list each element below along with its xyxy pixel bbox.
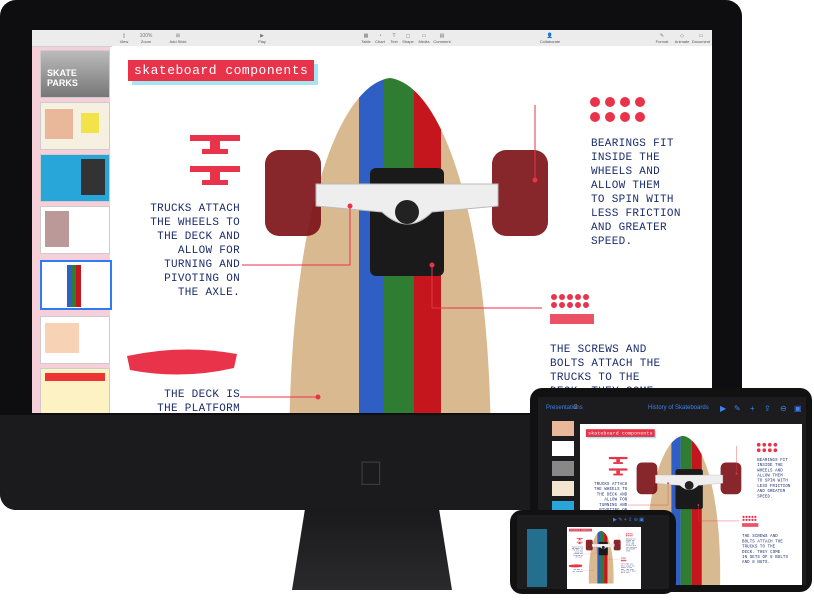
bearings-text[interactable]: BEARINGS FIT INSIDE THE WHEELS AND ALLOW… (626, 538, 637, 552)
deck-text[interactable]: THE DECK IS THE PLATFORM (573, 569, 583, 572)
document-icon[interactable]: ▣ (794, 404, 802, 413)
slide-thumb-selected[interactable] (40, 260, 112, 310)
sidebar-icon[interactable]: ▯ (574, 403, 577, 410)
iphone-slide-canvas[interactable]: skateboard components TRUCKS ATTACH THE … (567, 527, 641, 589)
slide: skateboard components TRUCKS ATTACH THE … (567, 527, 641, 584)
add-icon[interactable]: + (750, 404, 755, 413)
screws-icon (620, 557, 627, 562)
collaborate-button[interactable]: 👤 Collaborate (532, 33, 568, 44)
document-title: History of Skateboards (648, 405, 709, 411)
add-slide-button[interactable]: ⊞ Add Slide (160, 33, 196, 44)
truck-icon (190, 166, 240, 172)
bearings-text[interactable]: BEARINGS FIT INSIDE THE WHEELS AND ALLOW… (591, 137, 681, 249)
screws-icon (742, 515, 759, 527)
bearings-icon (590, 97, 645, 122)
slide-navigator[interactable]: 1SKATE PARKS (32, 30, 112, 413)
comment-button[interactable]: ▤ Comment (428, 33, 456, 44)
screws-text[interactable]: THE SCREWS AND BOLTS ATTACH THE TRUCKS T… (621, 564, 636, 574)
slide-title[interactable]: skateboard components (585, 429, 655, 437)
truck-icon (190, 135, 240, 141)
red-stripe (604, 530, 608, 584)
truck-icon (608, 456, 628, 460)
green-stripe (600, 530, 605, 584)
left-wheel (636, 462, 658, 495)
slide-canvas[interactable]: skateboard components TRUCKS ATTACH THE … (112, 46, 712, 413)
bearings-icon (756, 442, 778, 453)
zoom-menu[interactable]: 100% Zoom (132, 33, 160, 44)
left-wheel (265, 150, 321, 236)
screws-icon (550, 294, 594, 324)
kingpin-nut (395, 200, 419, 224)
right-wheel (613, 539, 621, 551)
apple-logo-icon:  (358, 455, 384, 494)
right-wheel (492, 150, 548, 236)
slide-thumb[interactable] (40, 102, 110, 150)
slide-thumb[interactable] (40, 368, 110, 413)
slide-thumb[interactable] (40, 206, 110, 254)
bearings-text[interactable]: BEARINGS FIT INSIDE THE WHEELS AND ALLOW… (757, 458, 790, 499)
keynote-window: 1SKATE PARKS ▯View 100%Zoom ⊞Add Slide ▶… (32, 30, 712, 413)
document-button[interactable]: ▭ Document (690, 33, 712, 44)
animate-button[interactable]: ◇ Animate (672, 33, 692, 44)
left-wheel (585, 539, 593, 551)
deck-icon (568, 564, 583, 568)
iphone-slide-navigator[interactable] (527, 529, 547, 587)
slide: skateboard components TRUCKS ATTACH THE … (112, 46, 712, 413)
thumb-title: SKATE PARKS (47, 68, 78, 88)
brush-icon[interactable]: ✎ (734, 404, 741, 413)
slide-thumb[interactable]: 1SKATE PARKS (40, 50, 110, 98)
truck-icon (576, 537, 583, 539)
truck-icon (608, 468, 628, 471)
trucks-text[interactable]: TRUCKS ATTACH THE WHEELS TO THE DECK AND… (572, 546, 583, 558)
share-icon[interactable]: ⇪ (764, 404, 771, 413)
format-button[interactable]: ✎ Format (652, 33, 672, 44)
screws-text[interactable]: THE SCREWS AND BOLTS ATTACH THE TRUCKS T… (742, 534, 788, 565)
bearings-icon (625, 533, 633, 537)
blue-stripe (597, 530, 601, 584)
toolbar: ▯ View 100% Zoom ⊞ Add Slide ▶ Play ▦ Table ◔… (32, 30, 712, 47)
slide-title[interactable]: skateboard components (568, 528, 592, 532)
slide-title[interactable]: skateboard components (128, 60, 315, 81)
imac-stand (292, 510, 452, 590)
slide-thumb[interactable] (40, 316, 110, 364)
iphone-keynote: ▶ ✎ + ⇪ ⊖ ▣ skateboard components TRUCKS… (517, 515, 669, 589)
ipad-toolbar: Presentations ▯ History of Skateboards ▶… (538, 397, 806, 419)
deck-text[interactable]: THE DECK IS THE PLATFORM (157, 388, 240, 413)
iphone-toolbar-icons[interactable]: ▶ ✎ + ⇪ ⊖ ▣ (613, 517, 644, 523)
kingpin-nut (684, 480, 694, 490)
truck-icon (576, 541, 583, 543)
deck-icon (127, 349, 237, 375)
slide-thumb[interactable] (40, 154, 110, 202)
play-icon[interactable]: ▶ (720, 404, 726, 413)
right-wheel (720, 462, 742, 495)
play-button[interactable]: ▶ Play (248, 33, 276, 44)
trucks-text[interactable]: TRUCKS ATTACH THE WHEELS TO THE DECK AND… (150, 202, 240, 300)
more-icon[interactable]: ⊖ (780, 404, 787, 413)
kingpin-nut (601, 545, 605, 549)
